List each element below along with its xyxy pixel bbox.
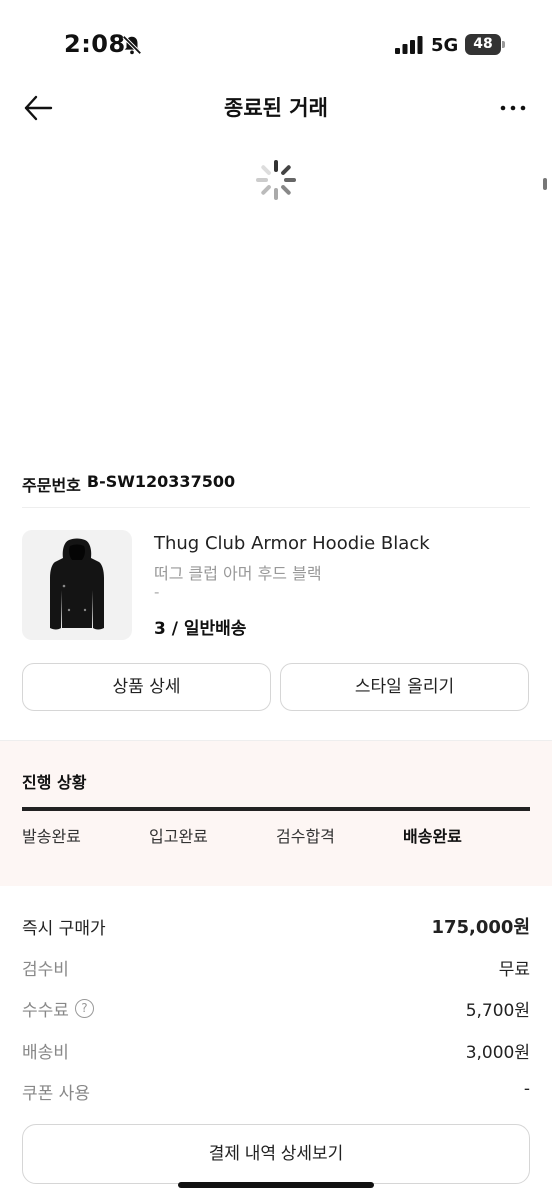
progress-title: 진행 상황 bbox=[22, 773, 87, 792]
arrow-left-icon[interactable] bbox=[22, 92, 54, 124]
price-row-inspection: 검수비 무료 bbox=[22, 955, 530, 980]
progress-fill bbox=[22, 807, 530, 811]
network-label: 5G bbox=[431, 35, 459, 56]
product-option: 3 / 일반배송 bbox=[154, 619, 247, 639]
coupon-label: 쿠폰 사용 bbox=[22, 1084, 90, 1104]
product-name-korean: 떠그 클럽 아머 후드 블랙 bbox=[154, 564, 322, 583]
product-image[interactable] bbox=[22, 530, 132, 640]
progress-step-inspection-passed: 검수합격 bbox=[276, 827, 335, 846]
scroll-indicator[interactable] bbox=[543, 178, 547, 190]
order-number-label: 주문번호 bbox=[22, 476, 81, 495]
product-name-english[interactable]: Thug Club Armor Hoodie Black bbox=[154, 533, 430, 554]
product-extra: - bbox=[154, 583, 160, 601]
buy-now-value: 175,000원 bbox=[431, 917, 530, 938]
home-indicator bbox=[178, 1182, 374, 1188]
service-fee-label-wrap: 수수료 ? bbox=[22, 996, 94, 1021]
progress-step-received: 입고완료 bbox=[149, 827, 208, 846]
progress-section: 진행 상황 발송완료 입고완료 검수합격 배송완료 bbox=[0, 740, 552, 886]
signal-icon bbox=[395, 36, 423, 54]
shipping-fee-value: 3,000원 bbox=[465, 1043, 530, 1063]
order-number-value: B-SW120337500 bbox=[86, 472, 236, 491]
progress-steps: 발송완료 입고완료 검수합격 배송완료 bbox=[22, 823, 530, 847]
hoodie-image bbox=[50, 538, 104, 630]
price-row-fee: 수수료 ? 5,700원 bbox=[22, 996, 530, 1021]
payment-detail-button[interactable]: 결제 내역 상세보기 bbox=[22, 1124, 530, 1184]
status-time: 2:08 bbox=[64, 30, 126, 58]
inspection-fee-label: 검수비 bbox=[22, 960, 69, 980]
progress-bar bbox=[22, 807, 530, 811]
order-number-row: 주문번호 B-SW120337500 bbox=[22, 472, 235, 496]
service-fee-value: 5,700원 bbox=[465, 1001, 530, 1021]
loading-spinner-icon bbox=[256, 160, 296, 200]
bell-slash-icon bbox=[122, 35, 142, 55]
battery-indicator: 48 bbox=[465, 34, 501, 55]
inspection-fee-value: 무료 bbox=[498, 960, 530, 980]
progress-step-shipped: 발송완료 bbox=[22, 827, 81, 846]
price-row-shipping: 배송비 3,000원 bbox=[22, 1038, 530, 1063]
question-circle-icon[interactable]: ? bbox=[74, 999, 94, 1018]
page-title: 종료된 거래 bbox=[224, 96, 328, 120]
product-detail-button[interactable]: 상품 상세 bbox=[22, 663, 271, 711]
battery-tip bbox=[502, 41, 505, 48]
shipping-fee-label: 배송비 bbox=[22, 1043, 69, 1063]
more-horizontal-icon[interactable] bbox=[498, 96, 528, 120]
status-bar: 2:08 5G 48 bbox=[0, 0, 552, 90]
buy-now-label: 즉시 구매가 bbox=[22, 918, 106, 939]
style-upload-button[interactable]: 스타일 올리기 bbox=[280, 663, 529, 711]
price-row-coupon: 쿠폰 사용 - bbox=[22, 1079, 530, 1104]
price-row-buy-now: 즉시 구매가 175,000원 bbox=[22, 913, 530, 939]
service-fee-label: 수수료 bbox=[22, 1001, 69, 1021]
divider bbox=[22, 507, 530, 508]
progress-step-delivered: 배송완료 bbox=[403, 827, 462, 846]
coupon-value: - bbox=[523, 1079, 530, 1099]
